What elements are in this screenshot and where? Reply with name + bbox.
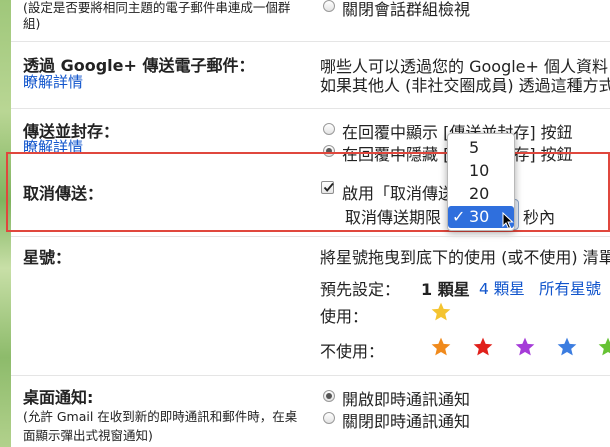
undo-send-label: 取消傳送： [23,184,104,203]
undo-send-period-label: 取消傳送期限 [345,208,442,227]
conversation-view-note-line2: 組) [23,16,41,31]
purple-star-icon[interactable] [514,336,536,358]
conversation-view-off-label: 關閉會話群組檢視 [342,0,471,19]
blue-star-icon[interactable] [556,336,578,358]
checkmark-icon [323,182,334,192]
gplus-learn-more-link[interactable]: 瞭解詳情 [23,71,83,92]
stars-description: 將星號拖曳到底下的使用 (或不使用) 清單 [320,248,610,267]
dropdown-option-20[interactable]: 20 [448,183,514,205]
stars-in-use-label: 使用： [320,307,369,326]
dropdown-option-10[interactable]: 10 [448,160,514,182]
stars-preset-all[interactable]: 所有星號 [539,277,601,299]
undo-send-unit-label: 秒內 [523,208,556,227]
stars-not-in-use-label: 不使用： [320,342,385,361]
chat-notifications-off-label: 關閉即時通訊通知 [342,412,471,431]
stars-presets-label: 預先設定： [320,280,401,299]
red-star-icon[interactable] [472,336,494,358]
desktop-notifications-note-line1: (允許 Gmail 在收到新的即時通訊和郵件時，在桌 [23,409,298,424]
orange-star-icon[interactable] [430,336,452,358]
stars-preset-1[interactable]: 1 顆星 [421,276,470,300]
divider [11,108,610,109]
chat-notifications-off-radio[interactable] [323,412,335,424]
dropdown-option-5[interactable]: 5 [448,137,514,159]
desktop-notifications-label: 桌面通知: [23,388,94,407]
divider [11,375,610,376]
stars-label: 星號： [23,248,72,267]
divider [11,41,610,42]
send-archive-show-radio[interactable] [323,123,335,135]
mouse-cursor-icon [502,212,514,230]
checkmark-icon: ✓ [452,207,466,226]
green-star-icon[interactable] [597,336,610,358]
stars-preset-4[interactable]: 4 顆星 [479,277,525,299]
undo-send-enable-checkbox[interactable] [321,181,334,194]
conversation-view-note-line1: (設定是否要將相同主題的電子郵件串連成一個群 [23,0,291,15]
chat-notifications-on-label: 開啟即時通訊通知 [342,390,471,409]
conversation-view-off-radio[interactable] [323,0,335,12]
yellow-star-icon[interactable] [430,301,452,323]
gplus-description-line2: 如果其他人 (非社交圈成員) 透過這種方式 [320,76,610,95]
divider [11,236,610,237]
chat-notifications-on-radio[interactable] [323,390,335,402]
desktop-notifications-note-line2: 面顯示彈出式視窗通知) [23,428,153,443]
